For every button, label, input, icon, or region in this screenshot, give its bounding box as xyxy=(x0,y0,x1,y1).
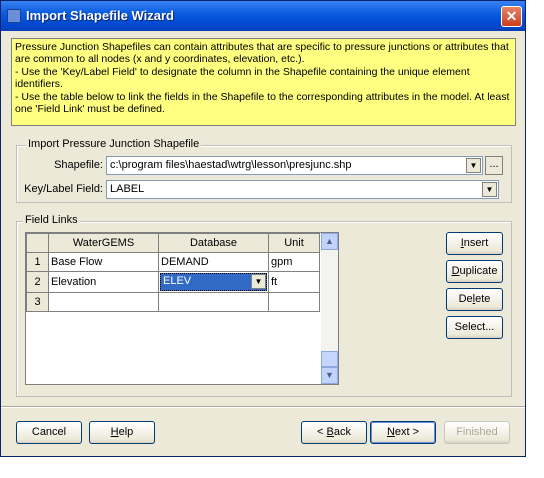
database-combo[interactable]: ELEV ▼ xyxy=(160,273,267,291)
cell-database[interactable] xyxy=(158,292,269,312)
column-header-unit[interactable]: Unit xyxy=(268,233,320,253)
duplicate-button[interactable]: Duplicate xyxy=(446,260,503,283)
browse-button[interactable]: ... xyxy=(485,156,503,175)
field-links-grid[interactable]: WaterGEMS Database Unit 1 Base Flow DEMA… xyxy=(25,232,339,385)
cell-watergems[interactable]: Elevation xyxy=(48,271,159,293)
wizard-window: Import Shapefile Wizard ✕ Pressure Junct… xyxy=(0,0,526,457)
chevron-down-icon[interactable]: ▼ xyxy=(482,182,497,197)
grid-scrollbar[interactable]: ▲ ▼ xyxy=(321,233,338,384)
key-value: LABEL xyxy=(110,183,145,195)
key-label: Key/Label Field: xyxy=(24,183,103,195)
import-group-title: Import Pressure Junction Shapefile xyxy=(26,138,202,150)
select-button[interactable]: Select... xyxy=(446,316,503,339)
cell-watergems[interactable]: Base Flow xyxy=(48,252,159,272)
key-label-combo[interactable]: LABEL ▼ xyxy=(106,180,499,199)
delete-button[interactable]: Delete xyxy=(446,288,503,311)
shapefile-combo[interactable]: c:\program files\haestad\wtrg\lesson\pre… xyxy=(106,156,483,175)
cell-unit[interactable]: gpm xyxy=(268,252,320,272)
insert-button[interactable]: Insert xyxy=(446,232,503,255)
cell-database-editing[interactable]: ELEV ▼ xyxy=(158,271,269,293)
chevron-down-icon[interactable]: ▼ xyxy=(251,274,266,289)
next-button[interactable]: Next > xyxy=(370,421,436,444)
info-line-3: - Use the table below to link the fields… xyxy=(15,90,510,116)
column-header-watergems[interactable]: WaterGEMS xyxy=(48,233,159,253)
field-links-title: Field Links xyxy=(23,214,80,226)
cell-unit[interactable]: ft xyxy=(268,271,320,293)
cell-unit[interactable] xyxy=(268,292,320,312)
scroll-up-icon[interactable]: ▲ xyxy=(321,233,338,250)
footer-separator xyxy=(1,406,525,408)
corner-cell xyxy=(26,233,49,253)
field-links-table: WaterGEMS Database Unit 1 Base Flow DEMA… xyxy=(26,233,320,312)
info-line-1: Pressure Junction Shapefiles can contain… xyxy=(15,41,509,66)
finished-button[interactable]: Finished xyxy=(444,421,510,444)
table-header-row: WaterGEMS Database Unit xyxy=(26,233,320,253)
database-combo-value: ELEV xyxy=(163,275,192,287)
help-button[interactable]: Help xyxy=(89,421,155,444)
table-row[interactable]: 3 xyxy=(26,292,320,312)
app-icon xyxy=(7,9,21,23)
shapefile-label: Shapefile: xyxy=(54,159,103,171)
row-number[interactable]: 2 xyxy=(26,271,49,293)
scrollbar-thumb[interactable] xyxy=(321,351,338,367)
title-bar[interactable]: Import Shapefile Wizard ✕ xyxy=(1,1,525,31)
table-row[interactable]: 1 Base Flow DEMAND gpm xyxy=(26,252,320,272)
cancel-button[interactable]: Cancel xyxy=(16,421,82,444)
shapefile-value: c:\program files\haestad\wtrg\lesson\pre… xyxy=(110,159,352,171)
cell-watergems[interactable] xyxy=(48,292,159,312)
row-number[interactable]: 3 xyxy=(26,292,49,312)
chevron-down-icon[interactable]: ▼ xyxy=(466,158,481,173)
scroll-down-icon[interactable]: ▼ xyxy=(321,367,338,384)
cell-database[interactable]: DEMAND xyxy=(158,252,269,272)
info-panel: Pressure Junction Shapefiles can contain… xyxy=(11,38,516,126)
back-button[interactable]: < Back xyxy=(301,421,367,444)
window-title: Import Shapefile Wizard xyxy=(26,8,174,23)
column-header-database[interactable]: Database xyxy=(158,233,269,253)
row-number[interactable]: 1 xyxy=(26,252,49,272)
info-line-2: - Use the 'Key/Label Field' to designate… xyxy=(15,65,470,91)
table-row[interactable]: 2 Elevation ELEV ▼ ft xyxy=(26,271,320,293)
close-button[interactable]: ✕ xyxy=(501,6,522,27)
